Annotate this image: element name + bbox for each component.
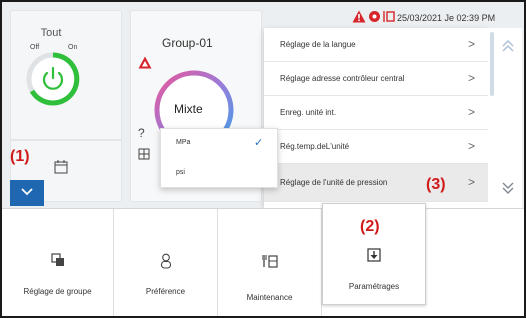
menu-item-language[interactable]: Réglage de la langue > [264, 28, 488, 62]
mode-label: Mixte [174, 102, 203, 116]
scrollbar[interactable] [490, 32, 494, 96]
all-units-panel[interactable]: Tout Off On [10, 10, 122, 140]
bottom-nav: Réglage de groupe Préférence Maintenance [2, 203, 524, 316]
help-icon[interactable]: ? [138, 126, 145, 140]
menu-item-label: Rég.temp.deL'unité [280, 142, 350, 151]
nav-group-settings[interactable]: Réglage de groupe [2, 209, 114, 316]
datetime: 25/03/2021 Je 02:39 PM [397, 13, 496, 23]
controller-screen: Tout Off On Group-01 Mixte ? 25/03/2021 … [0, 0, 526, 318]
power-toggle[interactable] [25, 51, 81, 107]
maintenance-status-icon [369, 11, 380, 22]
callout-1: (1) [10, 148, 30, 165]
on-label: On [68, 44, 78, 51]
checkmark-icon: ✓ [254, 137, 264, 149]
option-mpa[interactable]: MPa ✓ [161, 129, 279, 159]
callout-3: (3) [426, 176, 446, 193]
chevron-right-icon: > [468, 37, 476, 51]
calendar-icon [54, 160, 68, 174]
scroll-up-icon[interactable] [500, 38, 516, 54]
menu-item-central-controller[interactable]: Réglage adresse contrôleur central > [264, 62, 488, 96]
warning-icon [352, 10, 366, 23]
option-label: psi [176, 169, 185, 176]
nav-label: Préférence [145, 287, 186, 296]
group-settings-icon [50, 253, 64, 266]
menu-item-register-indoor-unit[interactable]: Enreg. unité int. > [264, 96, 488, 130]
nav-label: Paramétrages [348, 282, 400, 291]
nav-label: Réglage de groupe [23, 287, 92, 296]
all-units-title: Tout [40, 27, 62, 39]
scroll-down-icon[interactable] [500, 180, 516, 196]
option-label: MPa [176, 139, 191, 146]
menu-item-label: Réglage de l'unité de pression [280, 178, 388, 187]
nav-maintenance[interactable]: Maintenance [218, 209, 322, 316]
settings-icon [367, 248, 381, 262]
chevron-right-icon: > [468, 71, 476, 85]
group-name: Group-01 [162, 36, 213, 50]
option-psi[interactable]: psi [161, 159, 279, 189]
callout-2: (2) [360, 218, 380, 235]
chevron-right-icon: > [468, 139, 476, 153]
settings-menu: Réglage de la langue > Réglage adresse c… [264, 28, 488, 208]
menu-item-label: Réglage de la langue [280, 40, 356, 49]
grid-icon[interactable] [138, 148, 150, 160]
nav-label: Maintenance [246, 293, 293, 302]
menu-item-label: Réglage adresse contrôleur central [280, 74, 405, 83]
maintenance-icon [261, 255, 278, 268]
menu-item-temperature-unit[interactable]: Rég.temp.deL'unité > [264, 130, 488, 164]
pressure-unit-menu: MPa ✓ psi [160, 128, 278, 188]
preference-icon [160, 253, 171, 269]
chevron-right-icon: > [468, 175, 476, 189]
settings-status-icon [383, 11, 395, 22]
expand-toggle-button[interactable] [10, 180, 44, 206]
chevron-down-icon [21, 188, 33, 196]
off-label: Off [30, 44, 40, 51]
alert-icon [138, 56, 152, 69]
menu-item-pressure-unit[interactable]: Réglage de l'unité de pression > [264, 164, 488, 202]
menu-item-label: Enreg. unité int. [280, 108, 337, 117]
chevron-right-icon: > [468, 105, 476, 119]
nav-preference[interactable]: Préférence [114, 209, 218, 316]
